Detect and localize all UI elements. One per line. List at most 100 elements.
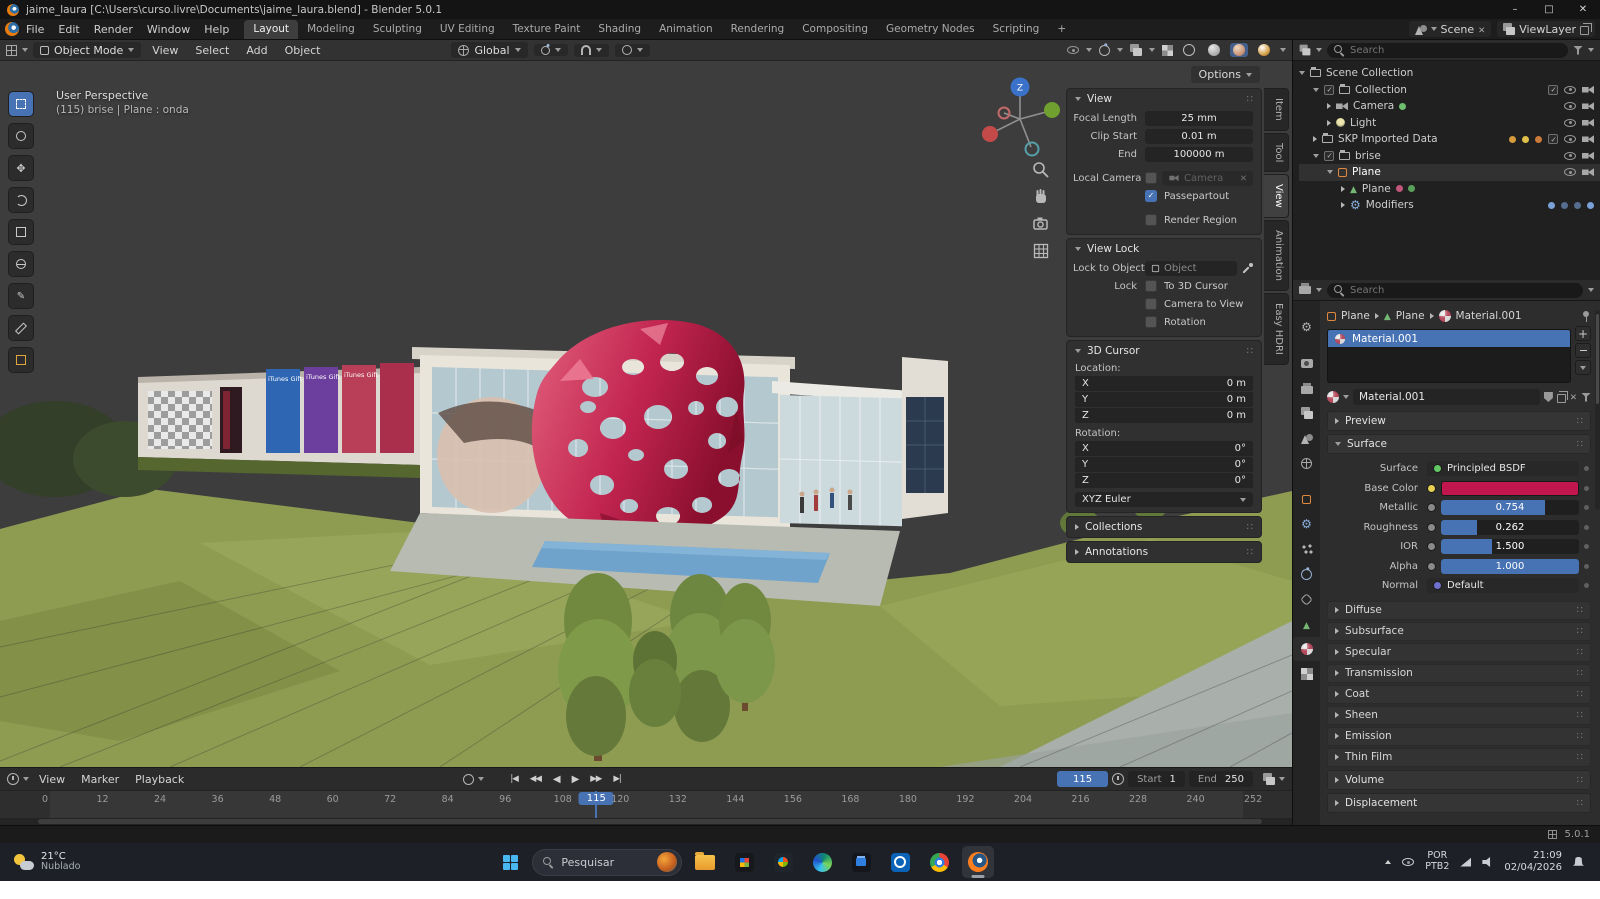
outliner-row-light[interactable]: Light	[1299, 115, 1600, 132]
normal-dropdown[interactable]: Default	[1427, 578, 1579, 593]
taskbar-search[interactable]: Pesquisar	[532, 849, 682, 876]
panel-drag-handle[interactable]	[1577, 604, 1583, 616]
menu-file[interactable]: File	[19, 21, 51, 38]
outliner-row-skp-imported-data[interactable]: SKP Imported Data	[1299, 131, 1600, 148]
tab-texture[interactable]	[1293, 662, 1320, 686]
outliner-search[interactable]	[1327, 43, 1568, 58]
exclude-checkbox[interactable]	[1548, 134, 1558, 144]
cursor-rotation-y[interactable]: Y0°	[1075, 457, 1253, 472]
current-frame-field[interactable]: 115	[1057, 771, 1108, 787]
show-object-types-icon[interactable]	[1067, 46, 1079, 54]
workspace-tab-sculpting[interactable]: Sculpting	[364, 20, 431, 39]
current-frame-badge[interactable]: 115	[579, 792, 614, 805]
expand-icon[interactable]	[1313, 154, 1319, 158]
decorator-dot[interactable]	[1584, 505, 1589, 510]
diffuse-subpanel[interactable]: Diffuse	[1327, 601, 1591, 620]
properties-editor-icon[interactable]	[1299, 286, 1311, 294]
play-button[interactable]: ▶	[568, 773, 583, 786]
view-lock-panel-header[interactable]: View Lock	[1067, 239, 1261, 259]
sheen-subpanel[interactable]: Sheen	[1327, 706, 1591, 725]
outliner-row-modifiers[interactable]: Modifiers	[1299, 197, 1600, 214]
modifier-toggle-icon[interactable]	[1548, 202, 1555, 209]
3d-viewport[interactable]: iTunes Gift iTunes Gift iTunes Gift	[0, 61, 1292, 767]
euler-order-dropdown[interactable]: XYZ Euler	[1075, 492, 1253, 507]
measure-tool[interactable]	[8, 315, 34, 341]
taskbar-app-outlook[interactable]	[884, 846, 916, 878]
expand-icon[interactable]	[1327, 120, 1331, 126]
chevron-down-icon[interactable]	[478, 777, 484, 781]
editor-type-chevron-icon[interactable]	[22, 48, 28, 52]
panel-drag-handle[interactable]	[1247, 521, 1253, 533]
network-icon[interactable]	[1460, 858, 1471, 867]
decorator-dot[interactable]	[1584, 544, 1589, 549]
jump-to-end-button[interactable]: ▶|	[609, 773, 624, 785]
workspace-tab-rendering[interactable]: Rendering	[722, 20, 794, 39]
workspace-tab-modeling[interactable]: Modeling	[298, 20, 364, 39]
tray-expand-icon[interactable]	[1385, 860, 1391, 864]
taskbar-app-microsoft-365[interactable]	[728, 846, 760, 878]
emission-subpanel[interactable]: Emission	[1327, 727, 1591, 746]
orthographic-grid-icon[interactable]	[1032, 242, 1050, 260]
tab-tool[interactable]	[1293, 315, 1320, 339]
tab-view-layer[interactable]	[1293, 401, 1320, 425]
ior-slider[interactable]: 1.500	[1441, 539, 1579, 554]
volume-panel-header[interactable]: Volume	[1327, 770, 1591, 790]
pin-icon[interactable]	[1582, 311, 1591, 322]
collections-panel-header[interactable]: Collections	[1067, 517, 1261, 537]
gizmos-toggle-icon[interactable]	[1098, 43, 1112, 57]
play-reverse-button[interactable]: ◀	[549, 773, 564, 786]
xray-toggle-icon[interactable]	[1162, 45, 1173, 56]
snap-dropdown[interactable]	[574, 44, 609, 57]
disable-render-icon[interactable]	[1582, 135, 1594, 143]
chevron-down-icon[interactable]	[23, 777, 29, 781]
editor-type-icon[interactable]	[6, 45, 17, 56]
clip-end-field[interactable]: 100000 m	[1145, 147, 1253, 162]
menu-view[interactable]: View	[146, 42, 184, 59]
properties-search[interactable]	[1327, 283, 1583, 298]
lock-3d-cursor-checkbox[interactable]	[1145, 280, 1157, 292]
cursor-location-z[interactable]: Z0 m	[1075, 408, 1253, 423]
workspace-tab-layout[interactable]: Layout	[244, 20, 298, 39]
taskbar-app-edge[interactable]	[806, 846, 838, 878]
viewlayer-selector[interactable]: ViewLayer	[1497, 21, 1595, 37]
panel-drag-handle[interactable]	[1577, 797, 1583, 809]
unlink-scene-icon[interactable]	[1478, 23, 1485, 36]
timeline-menu-marker[interactable]: Marker	[75, 771, 125, 788]
displacement-panel-header[interactable]: Displacement	[1327, 793, 1591, 813]
workspace-tab-shading[interactable]: Shading	[589, 20, 650, 39]
timeline-ruler[interactable]: 115 012243648607284961081201321441561681…	[0, 790, 1292, 825]
disable-render-icon[interactable]	[1582, 168, 1594, 176]
panel-drag-handle[interactable]	[1577, 415, 1583, 427]
menu-render[interactable]: Render	[87, 21, 140, 38]
panel-drag-handle[interactable]	[1577, 730, 1583, 742]
decorator-dot[interactable]	[1584, 564, 1589, 569]
cursor-location-y[interactable]: Y0 m	[1075, 392, 1253, 407]
view-panel-header[interactable]: View	[1067, 89, 1261, 109]
breadcrumb-data[interactable]: Plane	[1396, 310, 1425, 322]
fake-user-icon[interactable]	[1544, 392, 1553, 402]
hide-eye-icon[interactable]	[1564, 102, 1576, 110]
tab-constraints[interactable]	[1293, 587, 1320, 611]
panel-drag-handle[interactable]	[1247, 546, 1253, 558]
expand-icon[interactable]	[1299, 71, 1305, 75]
camera-to-view-checkbox[interactable]	[1145, 298, 1157, 310]
outliner-row-brise[interactable]: brise	[1299, 148, 1600, 165]
passepartout-checkbox[interactable]	[1145, 190, 1157, 202]
scene-selector[interactable]: Scene	[1409, 21, 1492, 37]
panel-drag-handle[interactable]	[1577, 688, 1583, 700]
sidebar-tab-view[interactable]: View	[1264, 174, 1289, 218]
modifier-toggle-icon[interactable]	[1574, 202, 1581, 209]
add-workspace-button[interactable]: +	[1048, 20, 1075, 39]
minimize-button[interactable]: –	[1498, 0, 1532, 19]
taskbar-app-file-explorer[interactable]	[689, 846, 721, 878]
material-slot-list[interactable]: Material.001	[1327, 329, 1571, 383]
shading-wireframe-button[interactable]	[1180, 43, 1198, 57]
properties-scrollbar[interactable]	[1595, 310, 1600, 510]
expand-icon[interactable]	[1327, 170, 1333, 174]
outliner-row-plane-mesh[interactable]: Plane	[1299, 181, 1600, 198]
shader-dropdown[interactable]: Principled BSDF	[1427, 461, 1579, 476]
menu-add[interactable]: Add	[240, 42, 273, 59]
timeline-menu-playback[interactable]: Playback	[129, 771, 190, 788]
timeline-editor-icon[interactable]	[7, 773, 19, 785]
panel-drag-handle[interactable]	[1577, 709, 1583, 721]
